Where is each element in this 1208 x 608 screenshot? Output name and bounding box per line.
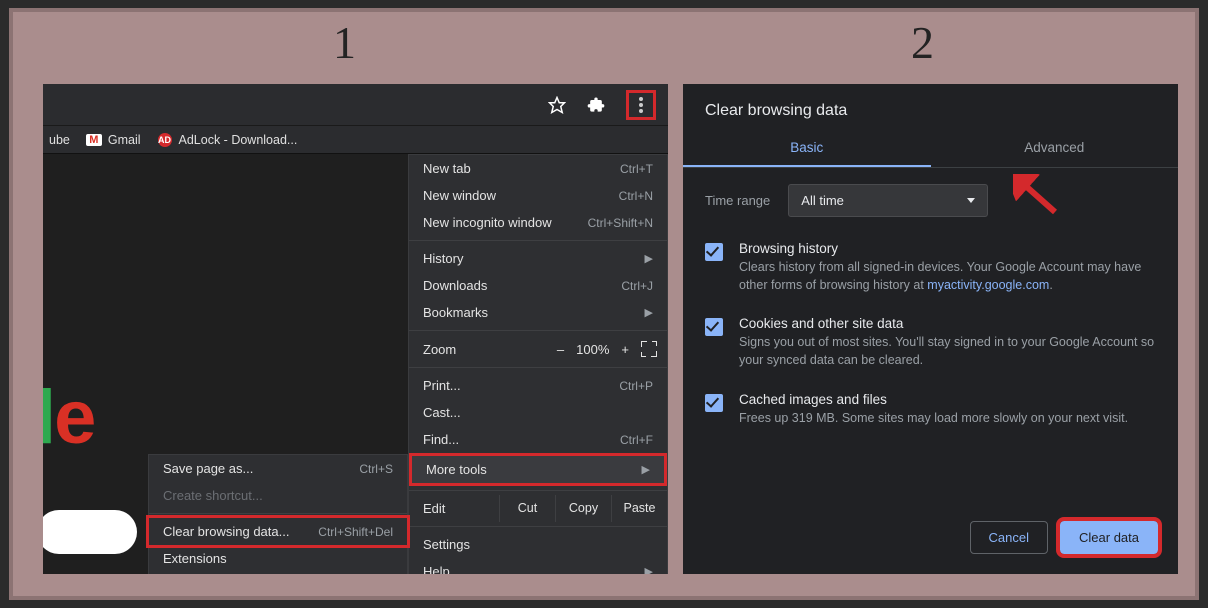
bookmark-adlock-label: AdLock - Download... [179, 133, 298, 147]
chrome-menu-screenshot: ube M Gmail AD AdLock - Download... le N… [43, 84, 668, 574]
bookmark-gmail[interactable]: M Gmail [86, 132, 141, 148]
submenu-arrow-icon: ▶ [642, 463, 650, 476]
time-range-label: Time range [705, 193, 770, 208]
checkbox-browsing-history[interactable] [705, 243, 723, 261]
submenu-arrow-icon: ▶ [645, 252, 653, 265]
menu-zoom-row: Zoom – 100% + [409, 335, 667, 363]
tutorial-frame: 1 2 ube M Gmail AD AdLock - Do [9, 8, 1199, 600]
more-tools-submenu: Save page as... Ctrl+S Create shortcut..… [148, 454, 408, 574]
chrome-toolbar-right [43, 84, 668, 126]
chevron-down-icon [967, 198, 975, 203]
dialog-tabs: Basic Advanced [683, 130, 1178, 168]
menu-new-tab-shortcut: Ctrl+T [620, 162, 653, 176]
time-range-row: Time range All time [683, 168, 1178, 233]
menu-cast[interactable]: Cast... [409, 399, 667, 426]
submenu-clear-browsing-data[interactable]: Clear browsing data... Ctrl+Shift+Del [146, 515, 410, 548]
option-cached[interactable]: Cached images and files Frees up 319 MB.… [683, 384, 1178, 441]
chrome-page-body: le New tab Ctrl+T New window Ctrl+N New … [43, 154, 668, 574]
menu-separator [409, 490, 667, 491]
fullscreen-icon[interactable] [641, 341, 657, 357]
adlock-icon: AD [157, 132, 173, 148]
bookmark-adlock[interactable]: AD AdLock - Download... [157, 132, 298, 148]
option-cookies-title: Cookies and other site data [739, 316, 1156, 331]
bookmark-star-icon[interactable] [548, 96, 566, 114]
bookmark-ube-label: ube [49, 133, 70, 147]
menu-new-tab-label: New tab [423, 161, 620, 176]
bookmark-gmail-label: Gmail [108, 133, 141, 147]
edit-label: Edit [409, 495, 499, 522]
checkbox-cookies[interactable] [705, 318, 723, 336]
zoom-in-button[interactable]: + [621, 342, 629, 357]
myactivity-link[interactable]: myactivity.google.com [927, 278, 1049, 292]
option-cookies[interactable]: Cookies and other site data Signs you ou… [683, 308, 1178, 383]
option-browsing-history-desc: Clears history from all signed-in device… [739, 258, 1156, 294]
menu-downloads[interactable]: Downloads Ctrl+J [409, 272, 667, 299]
option-browsing-history-title: Browsing history [739, 241, 1156, 256]
option-browsing-history[interactable]: Browsing history Clears history from all… [683, 233, 1178, 308]
menu-settings[interactable]: Settings [409, 531, 667, 558]
step-1-number: 1 [333, 16, 356, 69]
google-logo-fragment: le [43, 374, 94, 461]
submenu-arrow-icon: ▶ [645, 565, 653, 574]
kebab-dots-icon [639, 97, 643, 113]
edit-paste-button[interactable]: Paste [611, 495, 667, 522]
menu-bookmarks[interactable]: Bookmarks ▶ [409, 299, 667, 326]
submenu-task-manager[interactable]: Task manager Shift+Esc [149, 572, 407, 574]
gmail-icon: M [86, 132, 102, 148]
menu-print[interactable]: Print... Ctrl+P [409, 372, 667, 399]
annotation-arrow-icon [1013, 174, 1059, 216]
menu-find[interactable]: Find... Ctrl+F [409, 426, 667, 453]
dialog-title: Clear browsing data [683, 84, 1178, 130]
bookmarks-bar: ube M Gmail AD AdLock - Download... [43, 126, 668, 154]
menu-separator [409, 367, 667, 368]
zoom-out-button[interactable]: – [557, 342, 564, 357]
menu-history[interactable]: History ▶ [409, 245, 667, 272]
menu-separator [149, 513, 407, 514]
step-2-number: 2 [911, 16, 934, 69]
clear-browsing-data-dialog: Clear browsing data Basic Advanced Time … [683, 84, 1178, 574]
menu-new-tab[interactable]: New tab Ctrl+T [409, 155, 667, 182]
cancel-button[interactable]: Cancel [970, 521, 1048, 554]
edit-copy-button[interactable]: Copy [555, 495, 611, 522]
clear-data-button[interactable]: Clear data [1060, 521, 1158, 554]
edit-cut-button[interactable]: Cut [499, 495, 555, 522]
chrome-kebab-menu-button[interactable] [626, 90, 656, 120]
zoom-label: Zoom [423, 342, 549, 357]
option-cached-desc: Frees up 319 MB. Some sites may load mor… [739, 409, 1156, 427]
menu-edit-row: Edit Cut Copy Paste [409, 495, 667, 522]
google-search-bar-partial[interactable] [43, 510, 137, 554]
time-range-value: All time [801, 193, 844, 208]
option-cookies-desc: Signs you out of most sites. You'll stay… [739, 333, 1156, 369]
tab-advanced[interactable]: Advanced [931, 130, 1179, 167]
time-range-select[interactable]: All time [788, 184, 988, 217]
dialog-buttons: Cancel Clear data [970, 521, 1158, 554]
submenu-save-page[interactable]: Save page as... Ctrl+S [149, 455, 407, 482]
option-cached-title: Cached images and files [739, 392, 1156, 407]
submenu-arrow-icon: ▶ [645, 306, 653, 319]
menu-separator [409, 240, 667, 241]
menu-incognito[interactable]: New incognito window Ctrl+Shift+N [409, 209, 667, 236]
submenu-extensions[interactable]: Extensions [149, 545, 407, 572]
menu-separator [409, 330, 667, 331]
menu-more-tools[interactable]: More tools ▶ [409, 453, 667, 486]
menu-new-window[interactable]: New window Ctrl+N [409, 182, 667, 209]
submenu-create-shortcut: Create shortcut... [149, 482, 407, 509]
menu-help[interactable]: Help ▶ [409, 558, 667, 574]
extensions-puzzle-icon[interactable] [586, 95, 606, 115]
chrome-main-menu: New tab Ctrl+T New window Ctrl+N New inc… [408, 154, 668, 574]
menu-separator [409, 526, 667, 527]
bookmark-ube[interactable]: ube [49, 133, 70, 147]
tab-basic[interactable]: Basic [683, 130, 931, 167]
zoom-percent: 100% [576, 342, 609, 357]
checkbox-cached[interactable] [705, 394, 723, 412]
